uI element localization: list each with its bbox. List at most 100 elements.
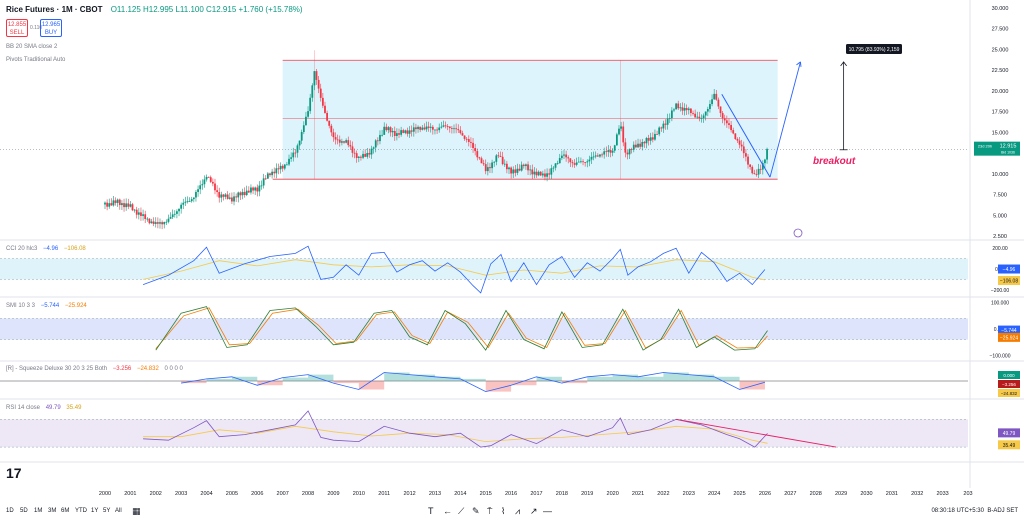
candle-body — [247, 190, 250, 193]
candle-body — [647, 138, 650, 141]
candle-body — [681, 107, 684, 111]
candle-body — [300, 132, 303, 141]
buy-price: 12.965 — [41, 22, 61, 28]
candle-body — [417, 126, 419, 130]
tradingview-logo[interactable]: 17 — [6, 465, 22, 481]
text-tool-icon[interactable]: T — [428, 506, 434, 516]
time-tick-label: 2028 — [810, 491, 822, 497]
timeframe-5y[interactable]: 5Y — [103, 508, 110, 514]
candle-body — [195, 191, 197, 198]
squeeze-tag-3-text: −24.832 — [1001, 391, 1018, 396]
time-tick-label: 2010 — [353, 491, 365, 497]
smi-legend[interactable]: SMI 10 3 3 −5.744 −25.924 — [6, 303, 87, 309]
candle-body — [567, 157, 570, 159]
candle-body — [723, 118, 726, 121]
pattern-tool-icon[interactable]: ⩘ — [515, 506, 520, 517]
chart-stage[interactable]: 2.5005.0007.50010.00012.50015.00017.5002… — [0, 0, 1024, 518]
candle-body — [444, 125, 447, 127]
candle-body — [252, 187, 254, 191]
arrow-tool-icon[interactable]: ↗ — [530, 506, 538, 517]
candle-body — [123, 203, 125, 208]
utc-clock[interactable]: 08:30:18 UTC+5:30 B-ADJ SET — [931, 508, 1018, 514]
time-tick-label: 2012 — [403, 491, 415, 497]
path-tool-icon[interactable]: ⌇ — [501, 506, 505, 517]
candle-body — [757, 168, 760, 175]
candle-body — [169, 217, 172, 219]
buy-label: BUY — [44, 30, 58, 36]
squeeze-area — [282, 377, 309, 381]
timeframe-1d[interactable]: 1D — [6, 508, 14, 514]
chart-svg[interactable]: 2.5005.0007.50010.00012.50015.00017.5002… — [0, 0, 1024, 518]
timeframe-3m[interactable]: 3M — [48, 508, 56, 514]
candle-body — [239, 192, 242, 196]
timeframe-ytd[interactable]: YTD — [75, 508, 87, 514]
time-tick-label: 2006 — [251, 491, 263, 497]
minus-tool-icon[interactable]: — — [543, 506, 552, 516]
candle-body — [641, 141, 644, 147]
candle-body — [476, 151, 479, 158]
candle-body — [717, 99, 720, 107]
bb-indicator-label[interactable]: BB 20 SMA close 2 — [6, 44, 57, 50]
candle-body — [159, 222, 161, 224]
candle-body — [218, 192, 221, 198]
candle-body — [474, 147, 477, 152]
candle-body — [391, 130, 394, 133]
candle-body — [675, 103, 678, 110]
time-tick-label: 2009 — [327, 491, 339, 497]
smi-tick-label: 100.000 — [991, 301, 1009, 307]
pivots-indicator-label[interactable]: Pivots Traditional Auto — [6, 57, 65, 63]
candle-body — [171, 214, 174, 218]
candle-body — [298, 140, 301, 146]
squeeze-legend[interactable]: [R] - Squeeze Deluxe 30 20 3 25 Both −3.… — [6, 366, 183, 372]
candle-body — [410, 130, 413, 132]
candle-body — [651, 137, 654, 140]
candle-body — [516, 168, 519, 173]
candle-body — [277, 168, 280, 170]
timeframe-1m[interactable]: 1M — [34, 508, 42, 514]
candle-body — [326, 112, 328, 121]
candle-body — [273, 171, 276, 174]
candle-body — [220, 194, 223, 198]
candle-body — [256, 187, 259, 192]
timeframe-5d[interactable]: 5D — [20, 508, 28, 514]
candle-body — [152, 221, 155, 224]
candle-body — [121, 203, 123, 206]
arrow-left-tool-icon[interactable]: ← — [443, 506, 452, 516]
trend-line-tool-icon[interactable]: ⟋ — [458, 506, 464, 517]
marker-tool-icon[interactable]: ⍑ — [487, 506, 492, 517]
rsi-legend[interactable]: RSI 14 close 49.79 35.49 — [6, 405, 81, 411]
candle-body — [472, 142, 474, 148]
candle-body — [357, 156, 360, 158]
candle-body — [415, 127, 417, 130]
candle-body — [184, 201, 187, 203]
cci-value: −4.96 — [43, 246, 59, 252]
candle-body — [649, 137, 652, 141]
candle-body — [250, 187, 252, 193]
sell-button[interactable]: 12.855 SELL — [6, 19, 28, 37]
time-tick-label: 2013 — [429, 491, 441, 497]
squeeze-extra-3: 0 — [179, 366, 183, 372]
candle-body — [330, 125, 333, 133]
candle-body — [110, 203, 113, 206]
candle-body — [156, 222, 159, 224]
timeframe-1y[interactable]: 1Y — [91, 508, 98, 514]
candle-body — [544, 173, 546, 177]
cci-legend[interactable]: CCI 20 hlc3 −4.96 −106.08 — [6, 246, 86, 252]
candle-body — [281, 165, 284, 169]
cci-signal-value: −106.08 — [63, 246, 86, 252]
symbol-title[interactable]: Rice Futures · 1M · CBOT — [6, 5, 102, 14]
candle-body — [262, 178, 265, 186]
candle-body — [372, 147, 375, 149]
candle-body — [639, 143, 642, 147]
candle-body — [360, 156, 362, 158]
buy-button[interactable]: 12.965 BUY — [40, 19, 62, 37]
timeframe-6m[interactable]: 6M — [61, 508, 69, 514]
ohlc-readout: O11.125 H12.995 L11.100 C12.915 +1.760 (… — [110, 5, 303, 14]
brush-tool-icon[interactable]: ✎ — [472, 506, 480, 517]
candle-body — [759, 168, 762, 170]
time-tick-label: 2029 — [835, 491, 847, 497]
candle-body — [150, 221, 153, 224]
candle-body — [495, 155, 498, 162]
timeframe-all[interactable]: All — [115, 508, 122, 514]
date-range-icon[interactable]: ▦ — [132, 506, 141, 517]
